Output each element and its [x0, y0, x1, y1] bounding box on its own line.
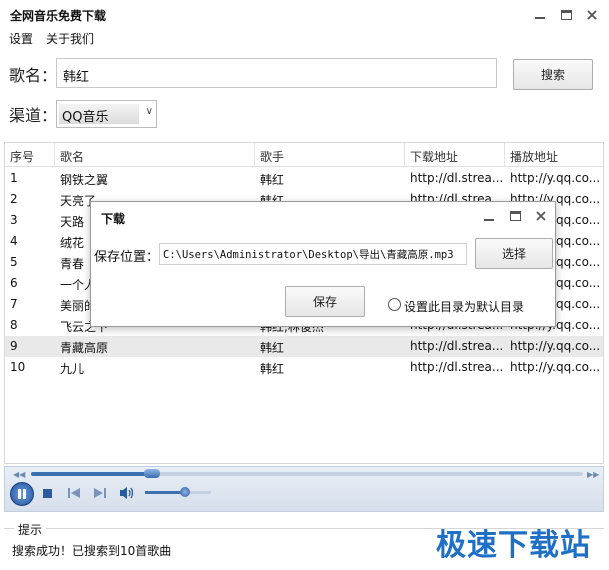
volume-icon[interactable]: [119, 486, 135, 503]
save-path-label: 保存位置：: [94, 250, 160, 265]
volume-thumb[interactable]: [179, 487, 190, 497]
cell-song: 九儿: [60, 362, 85, 376]
cell-singer: 韩红: [260, 362, 285, 376]
cell-play-url: http://y.qq.co...: [510, 171, 601, 185]
cell-download-url: http://dl.strea...: [410, 171, 504, 185]
cell-song: 青藏高原: [60, 341, 109, 355]
cell-download-url: http://dl.strea...: [410, 339, 504, 353]
cell-index: 5: [10, 255, 18, 269]
cell-play-url: http://y.qq.co...: [510, 360, 601, 374]
dialog-maximize-icon[interactable]: [510, 210, 521, 224]
maximize-icon[interactable]: [557, 6, 575, 24]
seek-progress: [31, 472, 153, 476]
default-dir-radio[interactable]: [388, 298, 401, 311]
cell-index: 6: [10, 276, 18, 290]
pause-button[interactable]: [10, 482, 34, 506]
download-dialog: 下载 保存位置： C:\Users\Administrator\Desktop\…: [90, 201, 556, 327]
window-title: 全网音乐免费下载: [10, 9, 107, 23]
close-icon[interactable]: [583, 6, 601, 24]
cell-index: 9: [10, 339, 18, 353]
table-row[interactable]: 1 钢铁之翼 韩红 http://dl.strea... http://y.qq.co.…: [5, 168, 603, 189]
song-name-label: 歌名：: [9, 66, 58, 85]
dialog-title: 下载: [101, 212, 126, 226]
rewind-icon[interactable]: ◀◀: [13, 470, 25, 479]
watermark-logo: 极速下载站: [436, 528, 591, 563]
cell-index: 7: [10, 297, 18, 311]
cell-index: 1: [10, 171, 18, 185]
cell-index: 2: [10, 192, 18, 206]
save-path-field[interactable]: C:\Users\Administrator\Desktop\导出\青藏高原.m…: [159, 243, 467, 265]
dialog-minimize-icon[interactable]: [484, 211, 494, 225]
choose-button[interactable]: 选择: [475, 238, 553, 269]
volume-level: [145, 491, 185, 494]
song-name-input[interactable]: 韩红: [56, 58, 497, 88]
table-row[interactable]: 10 九儿 韩红 http://dl.strea... http://y.qq.co..…: [5, 357, 603, 378]
search-button[interactable]: 搜索: [513, 59, 593, 90]
menu-about[interactable]: 关于我们: [46, 30, 94, 47]
title-bar: 全网音乐免费下载: [0, 0, 609, 28]
header-singer[interactable]: 歌手: [255, 143, 405, 167]
next-icon[interactable]: [94, 487, 106, 502]
channel-select[interactable]: QQ音乐 ∨: [56, 100, 157, 128]
fast-forward-icon[interactable]: ▶▶: [587, 470, 599, 479]
dialog-close-icon[interactable]: [536, 210, 546, 224]
cell-index: 10: [10, 360, 26, 374]
cell-index: 3: [10, 213, 18, 227]
seek-track[interactable]: [31, 469, 583, 478]
default-dir-label[interactable]: 设置此目录为默认目录: [404, 298, 524, 315]
cell-song: 钢铁之翼: [60, 173, 109, 187]
stop-icon[interactable]: [43, 489, 52, 498]
seek-thumb[interactable]: [144, 469, 161, 478]
cell-singer: 韩红: [260, 341, 285, 355]
channel-selected-value: QQ音乐: [59, 104, 139, 125]
previous-icon[interactable]: [68, 487, 80, 502]
cell-play-url: http://y.qq.co...: [510, 339, 601, 353]
cell-index: 8: [10, 318, 18, 332]
save-button[interactable]: 保存: [285, 286, 365, 317]
cell-index: 4: [10, 234, 18, 248]
table-header: 序号 歌名 歌手 下载地址 播放地址: [5, 143, 603, 167]
header-index[interactable]: 序号: [5, 143, 55, 167]
header-song[interactable]: 歌名: [55, 143, 255, 167]
status-legend: 提示: [14, 521, 47, 538]
chevron-down-icon: ∨: [145, 106, 153, 117]
header-play-url[interactable]: 播放地址: [505, 143, 603, 167]
minimize-icon[interactable]: [531, 6, 549, 24]
menu-settings[interactable]: 设置: [9, 30, 33, 47]
table-row[interactable]: 9 青藏高原 韩红 http://dl.strea... http://y.qq.co.…: [5, 336, 603, 357]
header-download-url[interactable]: 下载地址: [405, 143, 505, 167]
cell-download-url: http://dl.strea...: [410, 360, 504, 374]
volume-track[interactable]: [145, 487, 211, 497]
cell-singer: 韩红: [260, 173, 285, 187]
pause-icon: [18, 489, 26, 499]
media-player: ◀◀ ▶▶: [4, 466, 604, 512]
status-message: 搜索成功！已搜索到10首歌曲: [12, 544, 172, 558]
channel-label: 渠道：: [9, 106, 58, 125]
